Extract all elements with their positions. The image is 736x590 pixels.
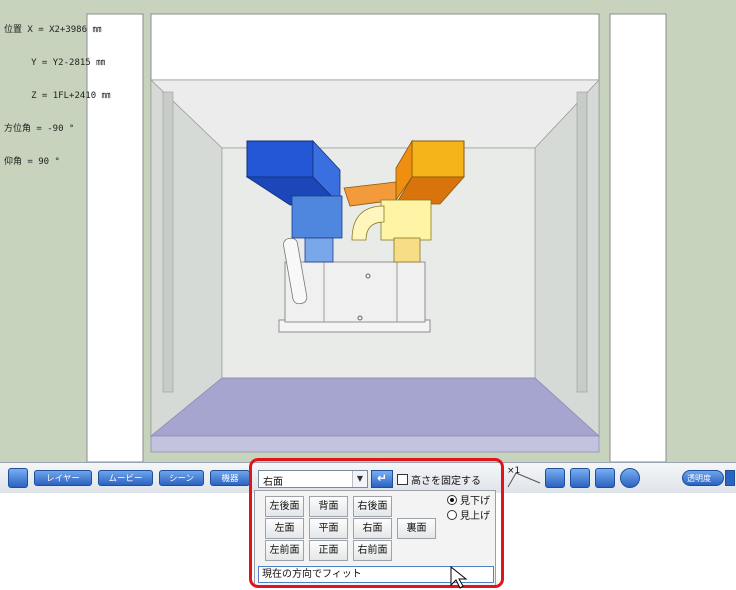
right-column [576,91,588,393]
chevron-down-icon[interactable]: ▼ [352,471,367,487]
view-direction-select[interactable]: 右面 ▼ [258,470,368,488]
right-pillar [609,13,667,462]
elevation: 仰角 = 90 ° [4,157,60,167]
look-up-label: 見上げ [460,511,490,522]
bottom-view-button[interactable]: 裏面 [397,518,436,539]
3d-viewport[interactable]: 位置 X = X2+3986 ㎜ Y = Y2-2815 ㎜ Z = 1FL+2… [0,0,736,462]
blue-duct-head [246,140,314,178]
camera-icon[interactable] [570,468,590,488]
mouse-cursor-icon [450,566,468,589]
floor-edge [150,435,600,453]
right-front-button[interactable]: 右前面 [353,540,392,561]
front-button[interactable]: 正面 [309,540,348,561]
ceiling [150,79,600,149]
coord-y: Y = Y2-2815 ㎜ [4,58,106,68]
blue-duct-neck [304,237,334,263]
right-back-button[interactable]: 右後面 [353,496,392,517]
yellow-unit-neck [393,237,421,263]
yellow-unit-body [380,199,432,241]
apply-view-button[interactable]: ↵ [371,470,393,488]
layer-button[interactable]: レイヤー [34,470,92,486]
fix-height-label: 高さを固定する [411,476,481,487]
azimuth: 方位角 = -90 ° [4,124,75,134]
look-down-radio[interactable]: 見下げ [447,492,490,507]
zoom-arrow-icon[interactable] [506,469,542,489]
equipment-button[interactable]: 機器 [210,470,250,486]
settings-gear-icon[interactable] [8,468,28,488]
view-rotate-icon[interactable] [620,468,640,488]
opacity-button[interactable]: 透明度 [682,470,724,486]
blue-duct-body [291,195,343,239]
right-side-button[interactable]: 右面 [353,518,392,539]
coordinate-readout: 位置 X = X2+3986 ㎜ Y = Y2-2815 ㎜ Z = 1FL+2… [4,3,111,190]
coord-x: 位置 X = X2+3986 ㎜ [4,25,102,35]
coord-z: Z = 1FL+2410 ㎜ [4,91,111,101]
opacity-dropdown-arrow-icon[interactable] [725,470,735,486]
left-front-button[interactable]: 左前面 [265,540,304,561]
movie-button[interactable]: ムービー [98,470,153,486]
floor [150,377,600,437]
view-direction-value: 右面 [263,477,283,488]
swap-arrows-icon[interactable] [545,468,565,488]
print-icon[interactable] [595,468,615,488]
scene-button[interactable]: シーン [159,470,204,486]
left-back-button[interactable]: 左後面 [265,496,304,517]
left-side-button[interactable]: 左面 [265,518,304,539]
bottom-toolbar: レイヤー ムービー シーン 機器 ×1 透明度 [0,462,736,493]
radio-unselected-icon[interactable] [447,510,457,520]
checkbox-icon[interactable] [397,474,408,485]
orange-duct-head [411,140,465,178]
top-plan-button[interactable]: 平面 [309,518,348,539]
radio-selected-icon[interactable] [447,495,457,505]
left-column [162,91,174,393]
look-down-label: 見下げ [460,496,490,507]
back-button[interactable]: 背面 [309,496,348,517]
look-up-radio[interactable]: 見上げ [447,507,490,522]
ceiling-slab [150,13,600,81]
fix-height-checkbox[interactable]: 高さを固定する [397,472,481,487]
